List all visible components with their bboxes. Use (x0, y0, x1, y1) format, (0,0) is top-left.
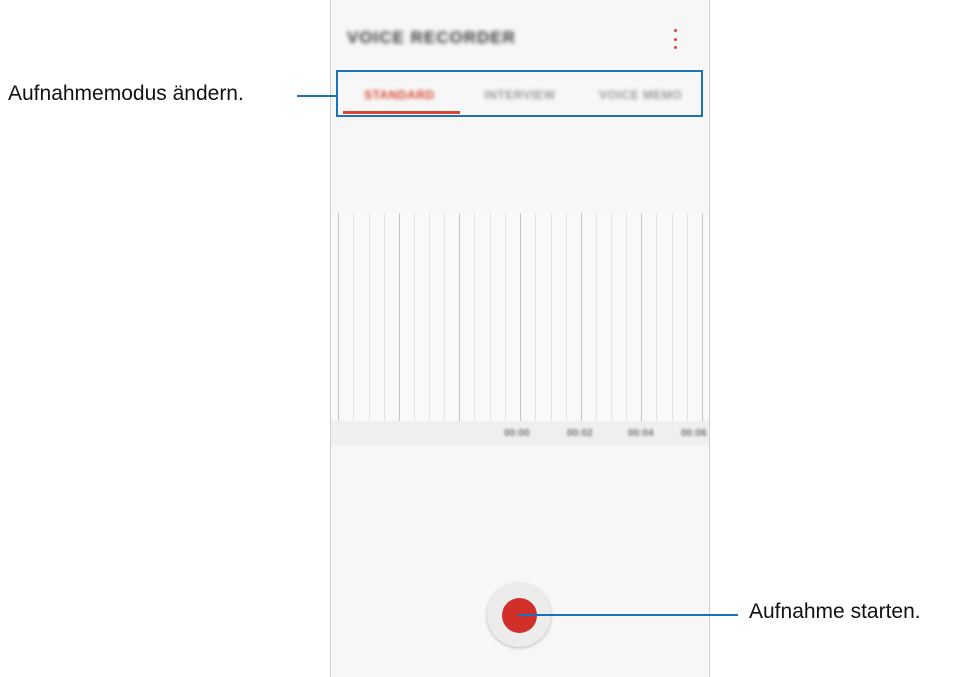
more-vertical-icon[interactable] (667, 27, 683, 51)
record-callout-label: Aufnahme starten. (749, 600, 921, 623)
grid-line-minor (551, 213, 552, 421)
mode-tabs-highlight (336, 70, 703, 117)
grid-line-major (338, 213, 339, 421)
grid-line-minor (656, 213, 657, 421)
timeline-label: 00:04 (628, 428, 654, 439)
grid-line-minor (611, 213, 612, 421)
grid-line-minor (414, 213, 415, 421)
mode-callout-label: Aufnahmemodus ändern. (8, 82, 244, 105)
grid-line-minor (369, 213, 370, 421)
grid-line-minor (353, 213, 354, 421)
grid-line-minor (626, 213, 627, 421)
grid-line-minor (687, 213, 688, 421)
app-title: VOICE RECORDER (347, 28, 516, 47)
grid-line-major (641, 213, 642, 421)
timeline-label: 00:00 (504, 428, 530, 439)
grid-line-major (581, 213, 582, 421)
mode-callout-line (297, 95, 337, 97)
grid-line-minor (535, 213, 536, 421)
record-callout-line (518, 614, 738, 616)
grid-line-minor (566, 213, 567, 421)
timeline-label: 00:02 (567, 428, 593, 439)
grid-line-minor (596, 213, 597, 421)
grid-line-minor (672, 213, 673, 421)
timeline-strip: 00:00 00:02 00:04 00:06 (331, 421, 709, 445)
grid-line-minor (474, 213, 475, 421)
grid-line-major (399, 213, 400, 421)
grid-line-minor (505, 213, 506, 421)
grid-line-major (459, 213, 460, 421)
grid-line-major (520, 213, 521, 421)
grid-line-minor (429, 213, 430, 421)
app-bar: VOICE RECORDER (331, 0, 709, 70)
grid-line-major (702, 213, 703, 421)
waveform-area (331, 213, 709, 421)
grid-line-minor (444, 213, 445, 421)
grid-line-minor (490, 213, 491, 421)
timeline-label: 00:06 (681, 428, 707, 439)
grid-line-minor (384, 213, 385, 421)
